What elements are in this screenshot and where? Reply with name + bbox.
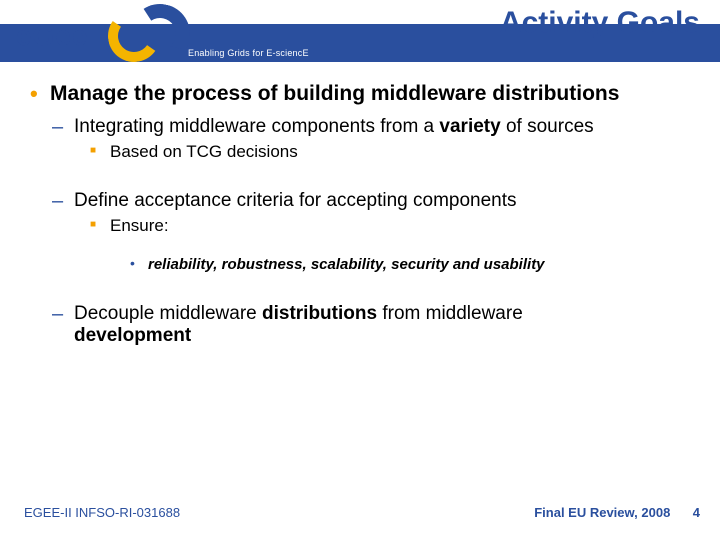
- egee-logo: eGee: [10, 4, 178, 68]
- text-frag-bold: development: [74, 325, 191, 346]
- footer: EGEE-II INFSO-RI-031688 Final EU Review,…: [0, 504, 720, 522]
- footer-left: EGEE-II INFSO-RI-031688: [24, 505, 180, 520]
- bullet-sub-decouple: Decouple middleware distributions from m…: [52, 303, 700, 347]
- text-frag: from middleware: [377, 303, 523, 324]
- footer-right-group: Final EU Review, 2008 4: [534, 504, 700, 522]
- text-frag-bold: variety: [439, 116, 500, 137]
- text-frag: Integrating middleware components from a: [74, 116, 439, 137]
- tagline: Enabling Grids for E-sciencE: [188, 48, 309, 58]
- logo-text: eGee: [16, 20, 89, 52]
- text-frag: Decouple middleware: [74, 303, 262, 324]
- footer-right: Final EU Review, 2008: [534, 505, 670, 520]
- page-title: Activity Goals: [500, 6, 700, 40]
- text-frag-bold: distributions: [262, 303, 377, 324]
- page-number: 4: [693, 505, 700, 520]
- text-frag: of sources: [501, 116, 594, 137]
- bullet-main: Manage the process of building middlewar…: [28, 82, 700, 106]
- bullet-qualities: reliability, robustness, scalability, se…: [130, 256, 700, 273]
- bullet-tcg: Based on TCG decisions: [90, 142, 700, 162]
- bullet-ensure: Ensure:: [90, 216, 700, 236]
- content-area: Manage the process of building middlewar…: [0, 82, 720, 351]
- bullet-sub-criteria: Define acceptance criteria for accepting…: [52, 190, 700, 212]
- bullet-sub-integrating: Integrating middleware components from a…: [52, 116, 700, 138]
- slide: Activity Goals Enabling Grids for E-scie…: [0, 0, 720, 540]
- text-qualities: reliability, robustness, scalability, se…: [148, 256, 545, 273]
